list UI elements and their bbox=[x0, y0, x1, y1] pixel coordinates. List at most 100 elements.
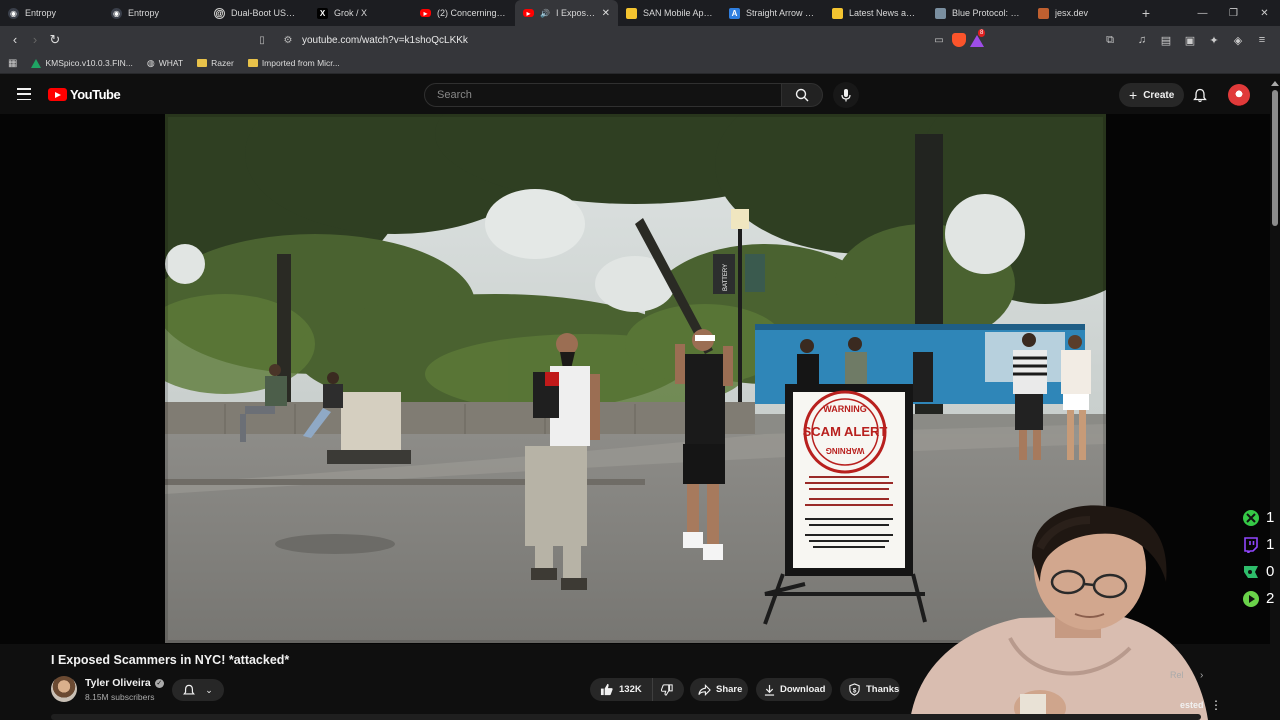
browser-tab[interactable]: Latest News and An bbox=[824, 0, 927, 26]
restore-icon[interactable]: ❐ bbox=[1218, 0, 1249, 26]
stat-row: 1 bbox=[1242, 531, 1278, 558]
page-scrollbar-thumb[interactable] bbox=[1272, 90, 1278, 226]
browser-tab[interactable]: jesx.dev bbox=[1030, 0, 1133, 26]
back-icon[interactable]: ‹ bbox=[5, 30, 25, 50]
browser-tab[interactable]: ◉ Entropy bbox=[0, 0, 103, 26]
browser-tab[interactable]: SAN Mobile App - bbox=[618, 0, 721, 26]
subscription-bell-button[interactable]: ⌄ bbox=[172, 679, 224, 701]
browser-tab[interactable]: @ Dual-Boot USB Cre bbox=[206, 0, 309, 26]
a-icon: A bbox=[729, 7, 740, 19]
twitch-icon bbox=[1242, 536, 1260, 554]
bookmark-item[interactable]: KMSpico.v10.0.3.FIN... bbox=[31, 58, 133, 68]
voice-search-button[interactable] bbox=[833, 82, 859, 108]
stat-value: 1 bbox=[1266, 536, 1275, 553]
menu-hamburger-icon[interactable] bbox=[17, 88, 31, 100]
tab-label: Blue Protocol: Star bbox=[952, 8, 1022, 18]
address-bar[interactable]: ▯ ⚙ youtube.com/watch?v=k1shoQcLKKk bbox=[252, 30, 1004, 50]
browser-tab[interactable]: X Grok / X bbox=[309, 0, 412, 26]
channel-name: Tyler Oliveira bbox=[85, 677, 151, 689]
related-chip[interactable]: Rel bbox=[1170, 670, 1184, 680]
ai-icon[interactable]: ✦ bbox=[1204, 30, 1224, 50]
dislike-button[interactable] bbox=[653, 678, 681, 701]
stat-value: 1 bbox=[1266, 509, 1275, 526]
sign-warning-top: WARNING bbox=[823, 404, 867, 414]
account-avatar[interactable] bbox=[1228, 84, 1250, 106]
tab-label: Entropy bbox=[128, 8, 160, 18]
play-circle-icon bbox=[1242, 590, 1260, 608]
browser-tab[interactable]: A Straight Arrow New bbox=[721, 0, 824, 26]
browser-tab[interactable]: ▸ (2) Concerning Que bbox=[412, 0, 515, 26]
tab-label: Dual-Boot USB Cre bbox=[231, 8, 301, 18]
suggested-filter-chip[interactable]: ested bbox=[1180, 700, 1204, 710]
close-window-icon[interactable]: ✕ bbox=[1249, 0, 1280, 26]
youtube-icon: ▸ bbox=[420, 9, 431, 18]
notifications-bell-icon[interactable] bbox=[1192, 87, 1208, 103]
bookmarks-bar: ▦ KMSpico.v10.0.3.FIN... ◍ WHAT Razer Im… bbox=[0, 53, 1280, 74]
speaker-icon[interactable]: 🔊 bbox=[540, 9, 550, 18]
bookmark-label: Imported from Micr... bbox=[261, 58, 340, 68]
toolbar-actions: ⧉ ♫ ▤ ▣ ✦ ◈ ≡ bbox=[1100, 30, 1272, 50]
sign-scam-alert: SCAM ALERT bbox=[803, 424, 888, 439]
youtube-icon: ▸ bbox=[523, 9, 534, 18]
new-tab-button[interactable]: + bbox=[1133, 0, 1159, 26]
browser-tab[interactable]: Blue Protocol: Star bbox=[927, 0, 1030, 26]
search-icon bbox=[795, 88, 809, 102]
youtube-logo[interactable]: YouTube bbox=[48, 87, 121, 102]
screenshot-icon[interactable]: ⧉ bbox=[1100, 30, 1120, 50]
bookmark-item[interactable]: Imported from Micr... bbox=[247, 58, 340, 68]
chevron-right-icon[interactable]: › bbox=[1200, 670, 1203, 681]
screen: ◉ Entropy ◉ Entropy @ Dual-Boot USB Cre … bbox=[0, 0, 1280, 720]
stat-value: 0 bbox=[1266, 563, 1275, 580]
share-label: Share bbox=[716, 684, 743, 695]
stat-value: 2 bbox=[1266, 590, 1275, 607]
bookmark-label: WHAT bbox=[158, 58, 184, 68]
reload-icon[interactable]: ↻ bbox=[45, 30, 65, 50]
svg-text:$: $ bbox=[853, 687, 857, 694]
download-button[interactable]: Download bbox=[756, 678, 832, 701]
youtube-header: YouTube + Create bbox=[0, 76, 1280, 114]
channel-name-row[interactable]: Tyler Oliveira ✓ bbox=[85, 677, 164, 689]
search-button[interactable] bbox=[781, 83, 823, 107]
music-icon[interactable]: ♫ bbox=[1132, 30, 1152, 50]
at-icon: @ bbox=[214, 7, 225, 19]
rewards-icon[interactable]: 8 bbox=[970, 29, 986, 47]
close-tab-icon[interactable]: ✕ bbox=[602, 8, 610, 19]
thumbs-down-icon bbox=[660, 683, 673, 696]
like-button[interactable]: 132K bbox=[590, 678, 653, 701]
share-button[interactable]: Share bbox=[690, 678, 748, 701]
drive-icon bbox=[31, 58, 42, 68]
vpn-icon[interactable]: ◈ bbox=[1228, 30, 1248, 50]
sign-warning-bottom: WARNING bbox=[826, 446, 865, 455]
chatbot-icon bbox=[1242, 563, 1260, 581]
minimize-icon[interactable]: — bbox=[1187, 0, 1218, 26]
forward-icon[interactable]: › bbox=[25, 30, 45, 50]
browser-tab[interactable]: ◉ Entropy bbox=[103, 0, 206, 26]
more-options-icon[interactable]: ⋮ bbox=[1210, 698, 1222, 712]
tab-label: SAN Mobile App - bbox=[643, 8, 713, 18]
thumbs-up-icon bbox=[600, 683, 613, 696]
menu-icon[interactable]: ≡ bbox=[1252, 30, 1272, 50]
sidebar-icon[interactable]: ▤ bbox=[1156, 30, 1176, 50]
create-button[interactable]: + Create bbox=[1119, 83, 1185, 107]
chevron-down-icon: ⌄ bbox=[205, 684, 213, 695]
scroll-up-arrow[interactable] bbox=[1271, 80, 1279, 86]
share-arrow-icon bbox=[698, 683, 711, 696]
stat-row: 1 bbox=[1242, 504, 1278, 531]
apps-grid-icon[interactable]: ▦ bbox=[8, 58, 17, 69]
description-box-edge bbox=[51, 714, 1201, 720]
stat-row: 2 bbox=[1242, 585, 1278, 612]
bell-icon bbox=[183, 684, 196, 695]
browser-tab-active[interactable]: ▸ 🔊 I Exposed S ✕ bbox=[515, 0, 618, 26]
cast-icon[interactable]: ▭ bbox=[930, 35, 948, 46]
subscriber-count: 8.15M subscribers bbox=[85, 692, 155, 702]
brave-shield-icon[interactable] bbox=[952, 33, 966, 47]
bookmark-icon[interactable]: ▯ bbox=[252, 35, 272, 46]
bookmark-item[interactable]: Razer bbox=[197, 58, 234, 68]
channel-avatar[interactable] bbox=[51, 676, 77, 702]
bookmark-item[interactable]: ◍ WHAT bbox=[147, 58, 183, 69]
site-info-icon[interactable]: ⚙ bbox=[278, 35, 298, 46]
wallet-icon[interactable]: ▣ bbox=[1180, 30, 1200, 50]
streamer-webcam-image bbox=[910, 505, 1208, 720]
search-input[interactable] bbox=[424, 83, 782, 107]
logo-text: YouTube bbox=[70, 87, 121, 102]
